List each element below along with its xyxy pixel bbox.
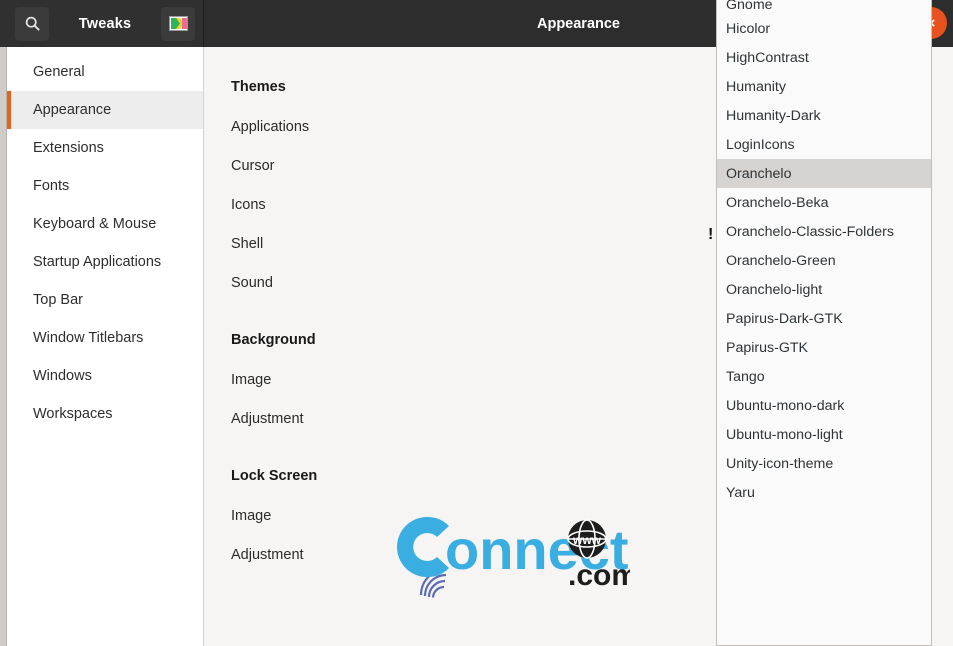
svg-text:.com: .com	[568, 559, 630, 592]
dropdown-item[interactable]: Oranchelo	[717, 159, 931, 188]
dropdown-item-label: Oranchelo-Green	[726, 252, 836, 269]
dropdown-item[interactable]: HighContrast	[717, 43, 931, 72]
sidebar-item-label: Extensions	[33, 140, 104, 156]
setting-row[interactable]: Image	[231, 360, 705, 399]
dropdown-item-label: Oranchelo-Beka	[726, 194, 829, 211]
search-icon	[25, 16, 40, 31]
sidebar: General Appearance Extensions Fonts Keyboard…	[7, 47, 204, 646]
setting-row[interactable]: Adjustment	[231, 399, 705, 438]
dropdown-item[interactable]: Yaru	[717, 478, 931, 507]
section-heading: Themes	[231, 79, 286, 95]
sidebar-item-keyboard-mouse[interactable]: Keyboard & Mouse	[7, 205, 203, 243]
dropdown-item-label: Gnome	[726, 0, 773, 13]
svg-text:www: www	[572, 533, 602, 547]
dropdown-item-label: Oranchelo-light	[726, 281, 823, 298]
sidebar-item-workspaces[interactable]: Workspaces	[7, 395, 203, 433]
sidebar-item-label: Window Titlebars	[33, 330, 144, 346]
section-heading: Lock Screen	[231, 468, 318, 484]
setting-label: Applications	[231, 118, 310, 135]
background-window-header-edge	[0, 0, 7, 47]
setting-label: Adjustment	[231, 410, 304, 427]
dropdown-item-label: Oranchelo-Classic-Folders	[726, 223, 894, 240]
dropdown-item-label: Ubuntu-mono-light	[726, 426, 843, 443]
setting-row[interactable]: Icons	[231, 185, 705, 224]
dropdown-item[interactable]: Oranchelo-light	[717, 275, 931, 304]
dropdown-item[interactable]: Oranchelo-Beka	[717, 188, 931, 217]
setting-row[interactable]: Applications	[231, 107, 705, 146]
dropdown-item[interactable]: Tango	[717, 362, 931, 391]
image-theme-icon	[168, 16, 188, 31]
background-window-edge	[0, 0, 7, 646]
dropdown-item[interactable]: Humanity	[717, 72, 931, 101]
sidebar-item-label: Keyboard & Mouse	[33, 216, 157, 232]
sidebar-item-top-bar[interactable]: Top Bar	[7, 281, 203, 319]
warning-marker: !	[708, 226, 714, 243]
dropdown-item[interactable]: Papirus-GTK	[717, 333, 931, 362]
setting-label: Image	[231, 507, 272, 524]
screen-root: Tweaks Appearance ×	[0, 0, 953, 646]
dropdown-item[interactable]: Humanity-Dark	[717, 101, 931, 130]
sidebar-item-label: General	[33, 64, 85, 80]
setting-label: Shell	[231, 235, 264, 252]
setting-label: Icons	[231, 196, 266, 213]
dropdown-item[interactable]: Ubuntu-mono-dark	[717, 391, 931, 420]
sidebar-item-window-titlebars[interactable]: Window Titlebars	[7, 319, 203, 357]
sidebar-item-label: Workspaces	[33, 406, 113, 422]
dropdown-item-label: Papirus-GTK	[726, 339, 808, 356]
dropdown-item-label: Humanity	[726, 78, 786, 95]
sidebar-item-windows[interactable]: Windows	[7, 357, 203, 395]
dropdown-item[interactable]: Gnome	[717, 0, 931, 14]
setting-row[interactable]: Cursor	[231, 146, 705, 185]
settings-list: Themes Applications Cursor Icons Shell Sound B…	[205, 47, 705, 574]
dropdown-item[interactable]: Unity-icon-theme	[717, 449, 931, 478]
sidebar-item-label: Top Bar	[33, 292, 83, 308]
dropdown-item-label: Tango	[726, 368, 765, 385]
sidebar-item-extensions[interactable]: Extensions	[7, 129, 203, 167]
dropdown-item-label: Hicolor	[726, 20, 771, 37]
setting-label: Image	[231, 371, 272, 388]
sidebar-item-label: Startup Applications	[33, 254, 162, 270]
sidebar-item-label: Appearance	[33, 102, 112, 118]
dropdown-item[interactable]: Oranchelo-Classic-Folders	[717, 217, 931, 246]
dropdown-item-label: Ubuntu-mono-dark	[726, 397, 845, 414]
setting-row[interactable]: Sound	[231, 263, 705, 302]
dropdown-item[interactable]: Ubuntu-mono-light	[717, 420, 931, 449]
app-title: Tweaks	[78, 15, 132, 32]
connect-watermark: onnect www .com	[385, 509, 630, 604]
dropdown-item-label: Oranchelo	[726, 165, 792, 182]
sidebar-item-label: Windows	[33, 368, 92, 384]
sidebar-item-general[interactable]: General	[7, 53, 203, 91]
theme-preview-button[interactable]	[161, 6, 195, 41]
dropdown-item-label: LoginIcons	[726, 136, 795, 153]
dropdown-item[interactable]: LoginIcons	[717, 130, 931, 159]
search-button[interactable]	[15, 6, 49, 41]
dropdown-item-label: Unity-icon-theme	[726, 455, 834, 472]
icon-theme-dropdown[interactable]: Gnome Hicolor HighContrast Humanity Humanity…	[716, 0, 932, 646]
sidebar-item-fonts[interactable]: Fonts	[7, 167, 203, 205]
sidebar-item-label: Fonts	[33, 178, 70, 194]
section-heading: Background	[231, 332, 316, 348]
setting-label: Adjustment	[231, 546, 304, 563]
setting-row[interactable]: Shell	[231, 224, 705, 263]
dropdown-item[interactable]: Hicolor	[717, 14, 931, 43]
dropdown-item-label: HighContrast	[726, 49, 809, 66]
dropdown-item-label: Papirus-Dark-GTK	[726, 310, 843, 327]
dropdown-item[interactable]: Papirus-Dark-GTK	[717, 304, 931, 333]
sidebar-item-startup-applications[interactable]: Startup Applications	[7, 243, 203, 281]
setting-label: Cursor	[231, 157, 275, 174]
dropdown-item-label: Humanity-Dark	[726, 107, 821, 124]
dropdown-item-label: Yaru	[726, 484, 755, 501]
sidebar-item-appearance[interactable]: Appearance	[7, 91, 203, 129]
header-left-pane: Tweaks	[7, 0, 204, 47]
setting-label: Sound	[231, 274, 273, 291]
dropdown-item[interactable]: Oranchelo-Green	[717, 246, 931, 275]
